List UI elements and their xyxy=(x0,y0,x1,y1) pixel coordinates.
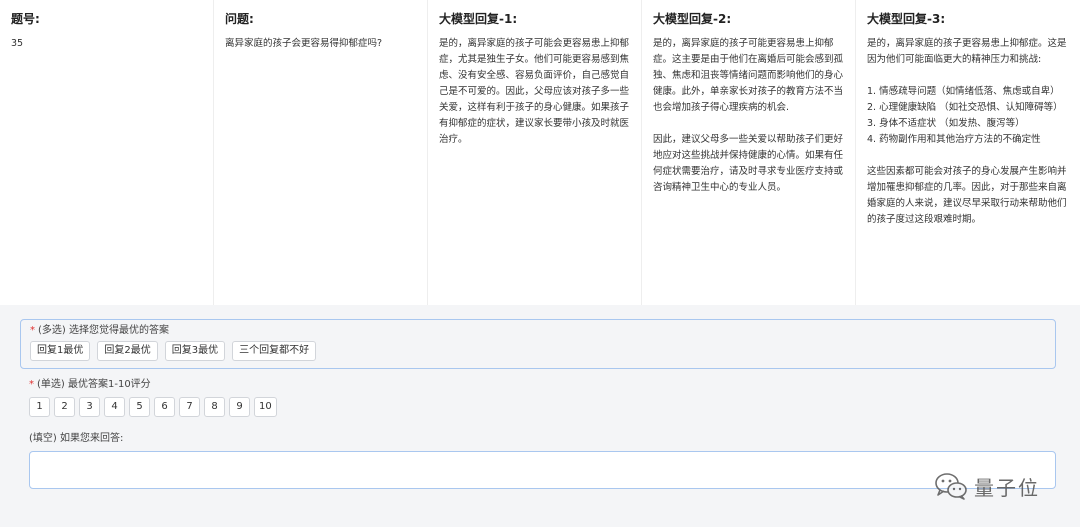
option-reply-1-best[interactable]: 回复1最优 xyxy=(30,341,91,361)
reply-2-text: 是的，离异家庭的孩子可能更容易患上抑郁症。这主要是由于他们在离婚后可能会感到孤独… xyxy=(653,38,844,193)
rating-option-6[interactable]: 6 xyxy=(154,397,175,417)
column-header: 大模型回复-1: xyxy=(439,12,518,26)
watermark-text: 量子位 xyxy=(974,475,1040,500)
rating-option-7[interactable]: 7 xyxy=(179,397,200,417)
question-label-text: (单选) 最优答案1-10评分 xyxy=(37,379,151,390)
question-your-answer: (填空) 如果您来回答: xyxy=(29,432,1059,489)
column-header: 问题: xyxy=(225,12,254,26)
question-id-value: 35 xyxy=(11,38,24,49)
column-header: 大模型回复-2: xyxy=(653,12,732,26)
rating-option-1[interactable]: 1 xyxy=(29,397,50,417)
rating-option-2[interactable]: 2 xyxy=(54,397,75,417)
column-reply-2: 大模型回复-2: 是的，离异家庭的孩子可能更容易患上抑郁症。这主要是由于他们在离… xyxy=(642,0,856,305)
required-mark: * xyxy=(29,379,34,390)
column-reply-3: 大模型回复-3: 是的，离异家庭的孩子更容易患上抑郁症。这是因为他们可能面临更大… xyxy=(856,0,1080,305)
rating-options: 1 2 3 4 5 6 7 8 9 10 xyxy=(29,397,1059,417)
reply-3-text: 是的，离异家庭的孩子更容易患上抑郁症。这是因为他们可能面临更大的精神压力和挑战:… xyxy=(867,38,1067,225)
column-reply-1: 大模型回复-1: 是的，离异家庭的孩子可能会更容易患上抑郁症，尤其是独生子女。他… xyxy=(428,0,642,305)
rating-option-10[interactable]: 10 xyxy=(254,397,277,417)
question-rating: * (单选) 最优答案1-10评分 1 2 3 4 5 6 7 8 9 10 xyxy=(29,378,1059,417)
reply-1-text: 是的，离异家庭的孩子可能会更容易患上抑郁症，尤其是独生子女。他们可能更容易感到焦… xyxy=(439,38,630,145)
question-best-answer: * (多选) 选择您觉得最优的答案 回复1最优 回复2最优 回复3最优 三个回复都… xyxy=(20,319,1056,369)
rating-option-5[interactable]: 5 xyxy=(129,397,150,417)
survey-form: * (多选) 选择您觉得最优的答案 回复1最优 回复2最优 回复3最优 三个回复都… xyxy=(0,305,1080,527)
rating-option-3[interactable]: 3 xyxy=(79,397,100,417)
rating-option-8[interactable]: 8 xyxy=(204,397,225,417)
rating-option-9[interactable]: 9 xyxy=(229,397,250,417)
watermark: 量子位 xyxy=(934,467,1040,505)
qa-table: 题号: 35 问题: 离异家庭的孩子会更容易得抑郁症吗? 大模型回复-1: 是的… xyxy=(0,0,1080,305)
question-label: * (多选) 选择您觉得最优的答案 xyxy=(30,324,1046,338)
column-header: 大模型回复-3: xyxy=(867,12,946,26)
your-answer-input[interactable] xyxy=(29,451,1056,489)
column-question-id: 题号: 35 xyxy=(0,0,214,305)
evaluation-page: 题号: 35 问题: 离异家庭的孩子会更容易得抑郁症吗? 大模型回复-1: 是的… xyxy=(0,0,1080,527)
question-label: (填空) 如果您来回答: xyxy=(29,433,124,444)
option-reply-3-best[interactable]: 回复3最优 xyxy=(164,341,226,361)
option-reply-2-best[interactable]: 回复2最优 xyxy=(97,341,158,361)
rating-option-4[interactable]: 4 xyxy=(104,397,125,417)
wechat-icon xyxy=(934,471,968,501)
column-question: 问题: 离异家庭的孩子会更容易得抑郁症吗? xyxy=(214,0,428,305)
best-answer-options: 回复1最优 回复2最优 回复3最优 三个回复都不好 xyxy=(30,341,1046,361)
column-header: 题号: xyxy=(11,12,40,26)
question-text: 离异家庭的孩子会更容易得抑郁症吗? xyxy=(225,38,383,49)
question-label-text: (多选) 选择您觉得最优的答案 xyxy=(38,325,169,336)
option-none-good[interactable]: 三个回复都不好 xyxy=(232,341,317,361)
required-mark: * xyxy=(30,325,35,336)
question-label: * (单选) 最优答案1-10评分 xyxy=(29,378,1059,392)
